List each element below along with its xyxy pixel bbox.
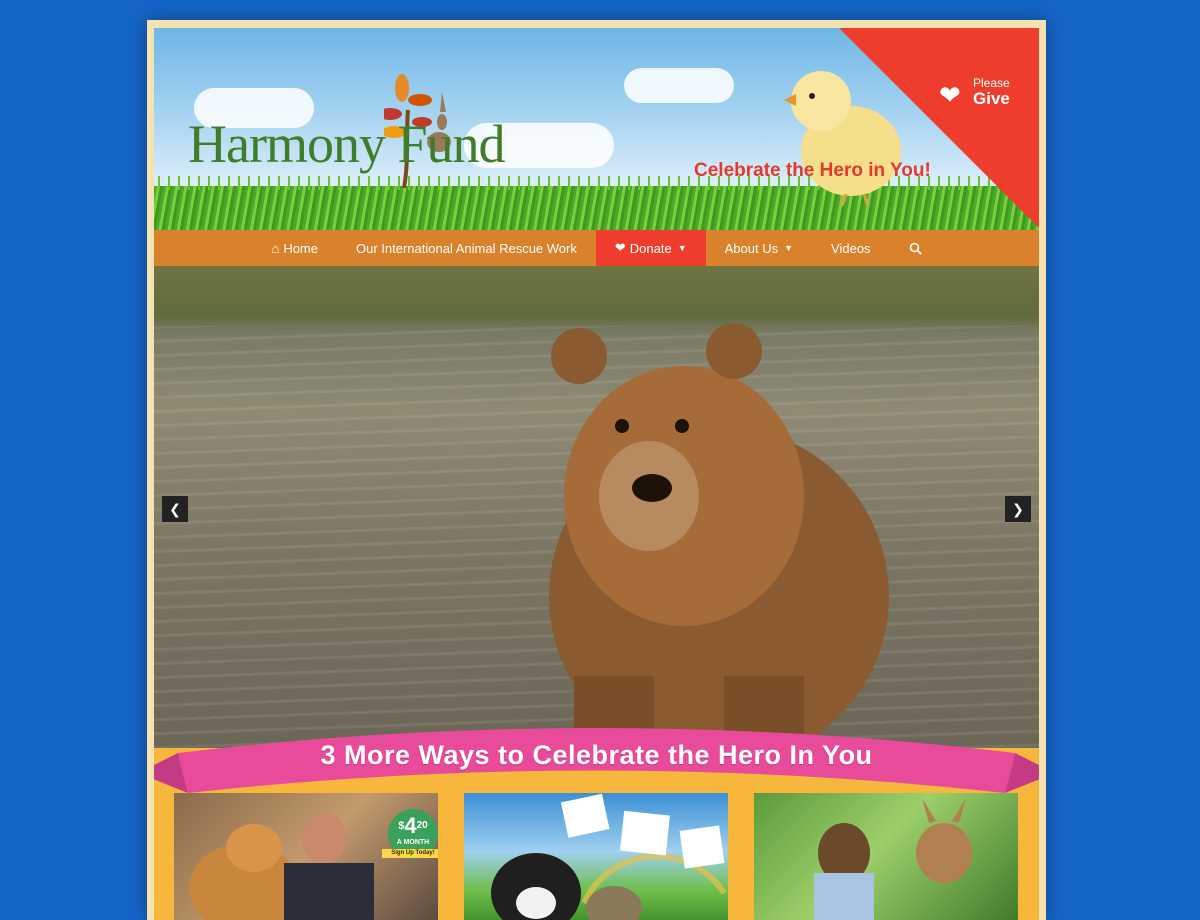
hero-slider: ❮ ❯ [154, 266, 1039, 748]
pet-memorial-card[interactable] [464, 793, 728, 920]
nav-item-label: Home [283, 240, 318, 256]
banner-heading: 3 More Ways to Celebrate the Hero In You [320, 740, 873, 770]
main-nav: ⌂ Home Our International Animal Rescue W… [154, 230, 1039, 266]
page-frame: Harmony Fund Celebrate the Hero in You! … [147, 20, 1046, 920]
signup-cta: Sign Up Today! [382, 849, 438, 858]
give-label: Give [973, 89, 1010, 108]
nav-item-about-us[interactable]: About Us ▼ [706, 230, 812, 266]
search-icon [909, 242, 922, 255]
slider-next-button[interactable]: ❯ [1005, 496, 1031, 522]
nav-item-label: About Us [724, 240, 779, 256]
chevron-right-icon: ❯ [1012, 500, 1024, 517]
cloud [624, 68, 734, 103]
heart-icon: ❤ [939, 80, 961, 110]
slider-prev-button[interactable]: ❮ [162, 496, 188, 522]
monthly-giving-card[interactable]: $420 A MONTH Sign Up Today! [174, 793, 438, 920]
chevron-down-icon: ▼ [784, 243, 794, 253]
site-header: Harmony Fund Celebrate the Hero in You! … [154, 28, 1039, 230]
wildlife-card[interactable] [754, 793, 1018, 920]
girl-and-deer-image [814, 798, 972, 920]
price-badge: $420 A MONTH Sign Up Today! [382, 809, 438, 859]
dog-and-cat-image [491, 793, 727, 920]
nav-item-label: Donate [629, 240, 672, 256]
nav-item-label: Our International Animal Rescue Work [356, 240, 577, 256]
chevron-down-icon: ▼ [677, 243, 687, 253]
price-amount: $420 [398, 813, 428, 838]
nav-item-label: Videos [831, 240, 871, 256]
nav-search-button[interactable] [890, 230, 941, 266]
site-container: Harmony Fund Celebrate the Hero in You! … [154, 28, 1039, 920]
price-period: A MONTH [396, 839, 430, 846]
nav-item-home[interactable]: ⌂ Home [252, 230, 337, 266]
bear-image [549, 323, 889, 748]
nav-item-donate[interactable]: ❤ Donate ▼ [595, 230, 706, 266]
nav-item-rescue-work[interactable]: Our International Animal Rescue Work [337, 230, 596, 266]
please-label: Please [973, 76, 1010, 90]
give-corner-ribbon[interactable] [839, 28, 1039, 228]
home-icon: ⌂ [271, 240, 280, 256]
chevron-left-icon: ❮ [169, 500, 181, 517]
nav-item-videos[interactable]: Videos [812, 230, 890, 266]
heart-icon: ❤ [614, 240, 626, 255]
site-logo[interactable]: Harmony Fund [188, 113, 505, 175]
